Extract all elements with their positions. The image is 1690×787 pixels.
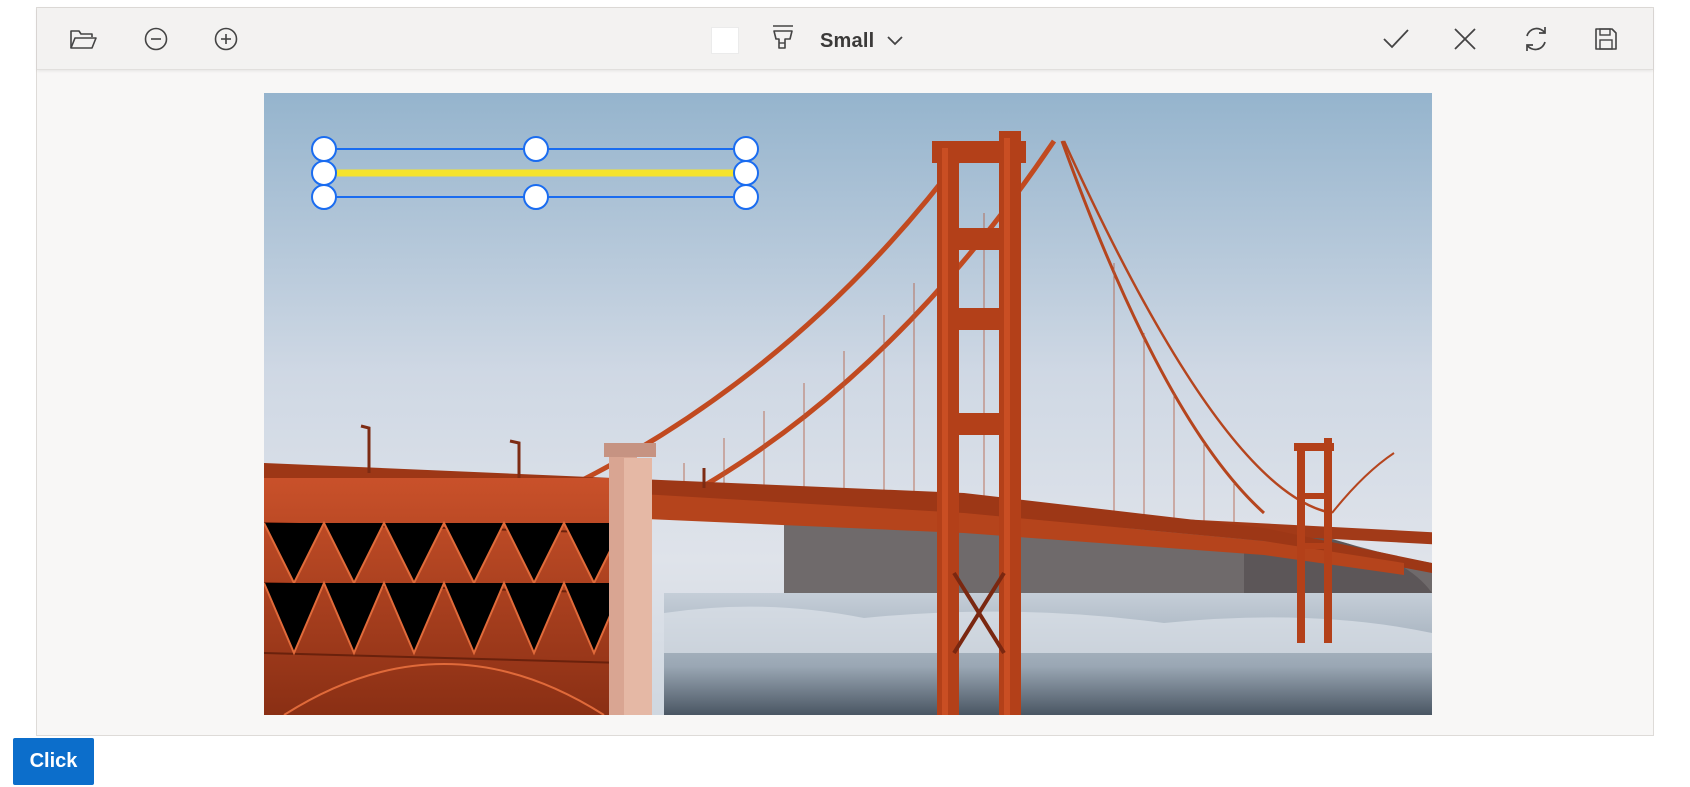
open-folder-icon <box>70 30 97 49</box>
resize-handle-top-right[interactable] <box>733 136 759 162</box>
zoom-in-icon <box>214 27 238 51</box>
close-icon <box>1454 28 1476 50</box>
image-editor: Small <box>36 7 1654 736</box>
stroke-size-value: Small <box>820 29 875 52</box>
click-button[interactable]: Click <box>13 738 94 785</box>
toolbar: Small <box>37 8 1653 70</box>
resize-handle-bottom-right[interactable] <box>733 184 759 210</box>
resize-handle-top-middle[interactable] <box>523 136 549 162</box>
zoom-out-icon <box>144 27 168 51</box>
apply-button[interactable] <box>1378 22 1414 56</box>
resize-handle-top-left[interactable] <box>311 136 337 162</box>
reset-icon <box>1526 27 1546 51</box>
annotation-layer <box>311 136 759 210</box>
save-icon <box>1595 28 1617 50</box>
chevron-down-icon <box>887 36 903 46</box>
stroke-color-swatch[interactable] <box>711 27 739 54</box>
checkmark-icon <box>1383 29 1409 49</box>
reset-button[interactable] <box>1518 22 1554 56</box>
line-endpoint-end[interactable] <box>733 160 759 186</box>
zoom-out-button[interactable] <box>138 22 174 56</box>
cancel-button[interactable] <box>1447 22 1483 56</box>
line-endpoint-start[interactable] <box>311 160 337 186</box>
resize-handle-bottom-middle[interactable] <box>523 184 549 210</box>
open-button[interactable] <box>65 22 101 56</box>
resize-handle-bottom-left[interactable] <box>311 184 337 210</box>
stroke-size-dropdown[interactable]: Small <box>820 28 904 54</box>
image-canvas[interactable] <box>264 93 1432 715</box>
save-button[interactable] <box>1588 22 1624 56</box>
zoom-in-button[interactable] <box>208 22 244 56</box>
stroke-width-button[interactable] <box>765 20 801 54</box>
stroke-width-icon <box>773 25 793 49</box>
